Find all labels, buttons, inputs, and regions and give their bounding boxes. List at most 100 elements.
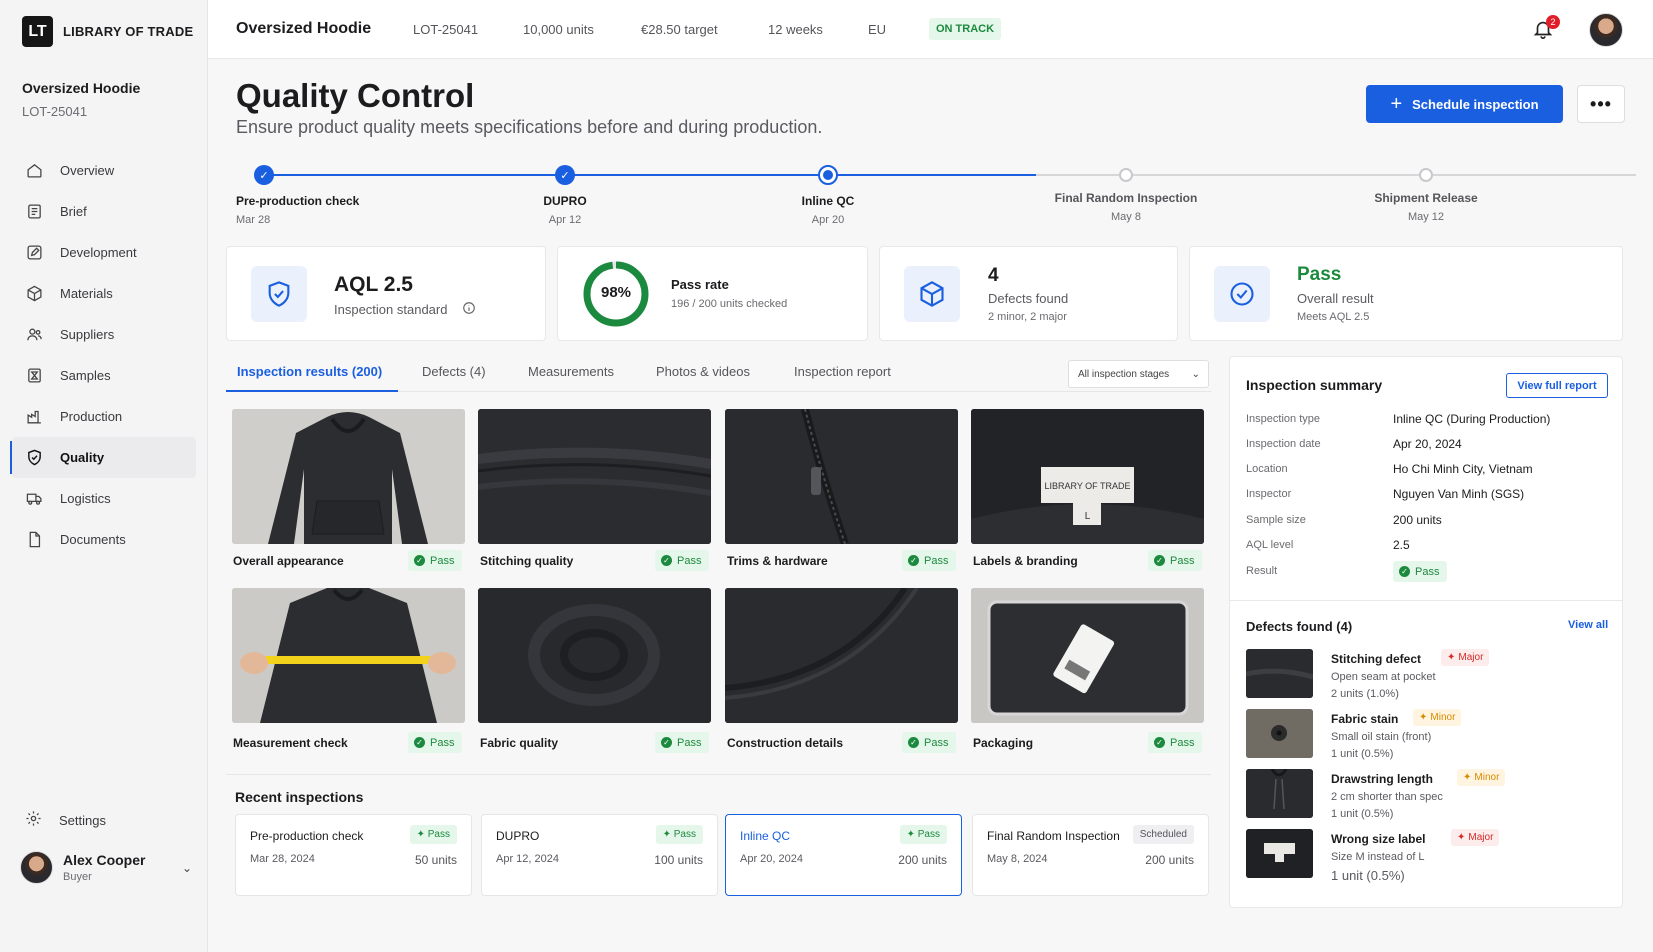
brand-logo[interactable]: LT LIBRARY OF TRADE [22, 16, 193, 47]
topbar-weeks: 12 weeks [768, 21, 823, 37]
more-button[interactable]: ••• [1577, 85, 1625, 123]
defect-name: Stitching defect [1331, 652, 1422, 666]
defect-units: 1 unit (0.5%) [1331, 808, 1394, 820]
step-pre-production[interactable]: ✓ Pre-production check Mar 28 [236, 163, 376, 226]
view-full-report-button[interactable]: View full report [1506, 373, 1608, 398]
inspection-units: 100 units [654, 853, 703, 867]
status-badge: ON TRACK [929, 18, 1002, 40]
home-icon [25, 162, 43, 180]
status-text: Pass [430, 736, 455, 749]
user-role: Buyer [63, 871, 92, 883]
status-badge: ✓ Pass [902, 732, 957, 753]
step-label: Shipment Release [1374, 191, 1478, 205]
severity-text: Major [1458, 652, 1484, 663]
sidebar-item-label: Materials [60, 286, 113, 301]
photo-fabric-quality[interactable] [478, 588, 711, 723]
inspection-date: May 8, 2024 [987, 853, 1048, 865]
sidebar-item-materials[interactable]: Materials [12, 273, 196, 314]
sidebar-item-samples[interactable]: Samples [12, 355, 196, 396]
photo-overall-appearance[interactable] [232, 409, 465, 544]
info-icon[interactable] [462, 301, 476, 320]
cube-icon [25, 285, 43, 303]
defect-item[interactable]: Fabric stain ✦ Minor Small oil stain (fro… [1246, 709, 1606, 765]
summary-value: 2.5 [1393, 538, 1410, 552]
photo-measurement-check[interactable] [232, 588, 465, 723]
sidebar-item-overview[interactable]: Overview [12, 150, 196, 191]
stage-filter-select[interactable]: All inspection stages ⌄ [1068, 360, 1209, 388]
avatar [20, 851, 53, 884]
tab-inspection-report[interactable]: Inspection report [794, 364, 891, 379]
result-label: Overall result [1297, 291, 1374, 306]
avatar[interactable] [1589, 13, 1623, 47]
notification-count: 2 [1546, 15, 1560, 29]
defect-item[interactable]: Stitching defect ✦ Major Open seam at poc… [1246, 649, 1606, 705]
summary-label: Inspector [1246, 488, 1292, 500]
status-text: Pass [673, 829, 696, 840]
sidebar-item-label: Logistics [60, 491, 111, 506]
defect-description: Open seam at pocket [1331, 671, 1436, 683]
photo-labels-branding[interactable]: LIBRARY OF TRADE L [971, 409, 1204, 544]
inspection-units: 50 units [414, 853, 457, 867]
sidebar-item-label: Quality [60, 450, 105, 465]
sidebar-item-brief[interactable]: Brief [12, 191, 196, 232]
step-inline-qc[interactable]: Inline QC Apr 20 [728, 163, 928, 226]
label-image: LIBRARY OF TRADE L [971, 409, 1204, 544]
step-shipment-release[interactable]: Shipment Release May 12 [1326, 163, 1526, 223]
recent-inspection-card[interactable]: Inline QC ✦ Pass Apr 20, 2024 200 units [725, 814, 962, 896]
check-icon: ✓ [555, 165, 575, 185]
sidebar-item-settings[interactable]: Settings [25, 810, 106, 830]
tab-defects[interactable]: Defects (4) [422, 364, 486, 379]
tab-inspection-results[interactable]: Inspection results (200) [237, 364, 382, 379]
check-icon: ✓ [414, 737, 425, 748]
recent-inspection-card[interactable]: Final Random Inspection Scheduled May 8,… [972, 814, 1209, 896]
hourglass-icon [25, 367, 43, 385]
sidebar-item-documents[interactable]: Documents [12, 519, 196, 560]
sidebar-item-production[interactable]: Production [12, 396, 196, 437]
defect-units: 1 unit (0.5%) [1331, 868, 1405, 883]
status-badge: ✓ Pass [408, 732, 463, 753]
step-date: May 8 [1111, 211, 1141, 223]
summary-label: Inspection type [1246, 413, 1320, 425]
view-all-defects-link[interactable]: View all [1568, 619, 1608, 631]
sidebar-item-development[interactable]: Development [12, 232, 196, 273]
sidebar-item-label: Brief [60, 204, 87, 219]
label-brand-text: LIBRARY OF TRADE [1044, 481, 1130, 491]
photo-stitching-quality[interactable] [478, 409, 711, 544]
photo-trims-hardware[interactable] [725, 409, 958, 544]
summary-value: Apr 20, 2024 [1393, 437, 1462, 451]
inspection-summary-panel: Inspection summary View full report Insp… [1229, 356, 1623, 908]
defect-item[interactable]: Drawstring length ✦ Minor 2 cm shorter th… [1246, 769, 1606, 825]
summary-label: Inspection date [1246, 438, 1321, 450]
sidebar-nav: Overview Brief Development Materials Sup… [10, 150, 196, 560]
recent-inspection-card[interactable]: Pre-production check ✦ Pass Mar 28, 2024… [235, 814, 472, 896]
current-step-icon [818, 165, 838, 185]
fabric-image [725, 588, 958, 723]
inspection-units: 200 units [898, 853, 947, 867]
result-value: Pass [1297, 264, 1342, 285]
user-menu[interactable]: Alex Cooper Buyer ⌄ [20, 851, 192, 884]
defects-detail: 2 minor, 2 major [988, 311, 1067, 323]
status-badge: ✦ Pass [899, 825, 947, 844]
severity-text: Minor [1430, 712, 1456, 723]
tab-measurements[interactable]: Measurements [528, 364, 614, 379]
status-badge: ✓ Pass [902, 550, 957, 571]
status-badge: ✓ Pass [1148, 550, 1203, 571]
shield-check-icon [25, 449, 43, 467]
summary-value: Inline QC (During Production) [1393, 412, 1551, 426]
sidebar-item-logistics[interactable]: Logistics [12, 478, 196, 519]
photo-construction-details[interactable] [725, 588, 958, 723]
defects-card: 4 Defects found 2 minor, 2 major [879, 246, 1178, 341]
step-final-random-inspection[interactable]: Final Random Inspection May 8 [1026, 163, 1226, 223]
status-badge: ✦ Pass [655, 825, 703, 844]
recent-inspection-card[interactable]: DUPRO ✦ Pass Apr 12, 2024 100 units [481, 814, 718, 896]
step-dupro[interactable]: ✓ DUPRO Apr 12 [465, 163, 665, 226]
schedule-inspection-button[interactable]: + Schedule inspection [1366, 85, 1563, 123]
sidebar-item-quality[interactable]: Quality [10, 437, 196, 478]
defect-item[interactable]: Wrong size label ✦ Major Size M instead o… [1246, 829, 1606, 885]
severity-text: Major [1468, 832, 1494, 843]
pending-step-icon [1119, 168, 1133, 182]
step-date: Apr 20 [811, 214, 845, 226]
photo-packaging[interactable] [971, 588, 1204, 723]
tab-photos-videos[interactable]: Photos & videos [656, 364, 750, 379]
sidebar-item-suppliers[interactable]: Suppliers [12, 314, 196, 355]
